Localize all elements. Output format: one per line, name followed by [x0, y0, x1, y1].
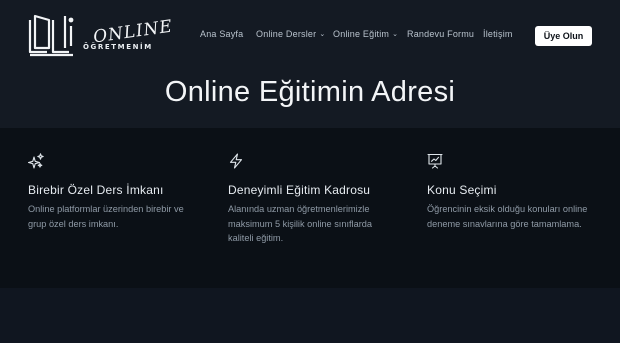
nav-item-online-dersler[interactable]: Online Dersler ⌄	[256, 29, 325, 39]
nav-item-randevu-formu[interactable]: Randevu Formu	[407, 29, 474, 39]
nav-item-label: İletişim	[483, 29, 513, 39]
feature-title: Birebir Özel Ders İmkanı	[28, 183, 164, 197]
main-nav: Ana Sayfa Online Dersler ⌄ Online Eğitim ⌄…	[0, 29, 620, 43]
feature-title: Konu Seçimi	[427, 183, 497, 197]
nav-item-label: Online Eğitim	[333, 29, 390, 39]
nav-item-label: Ana Sayfa	[200, 29, 244, 39]
nav-item-label: Online Dersler	[256, 29, 317, 39]
feature-text: Alanında uzman öğretmenlerimizle maksimu…	[228, 204, 372, 243]
presentation-chart-icon	[427, 153, 443, 169]
sparkles-icon	[28, 153, 44, 169]
chevron-down-icon: ⌄	[392, 31, 399, 38]
footer-band	[0, 288, 620, 343]
chevron-down-icon: ⌄	[319, 31, 326, 38]
nav-item-online-egitim[interactable]: Online Eğitim ⌄	[333, 29, 398, 39]
feature-text: Online platformlar üzerinden birebir ve …	[28, 204, 184, 229]
lightning-icon	[229, 153, 243, 169]
nav-item-label: Randevu Formu	[407, 29, 475, 39]
feature-title: Deneyimli Eğitim Kadrosu	[228, 183, 371, 197]
logo-subtitle: ÖĞRETMENİM	[83, 43, 153, 51]
nav-item-ana-sayfa[interactable]: Ana Sayfa	[200, 29, 243, 39]
nav-item-iletisim[interactable]: İletişim	[483, 29, 513, 39]
page-title: Online Eğitimin Adresi	[164, 76, 456, 108]
feature-text: Öğrencinin eksik olduğu konuları online …	[427, 204, 588, 229]
signup-button[interactable]: Üye Olun	[535, 26, 592, 46]
